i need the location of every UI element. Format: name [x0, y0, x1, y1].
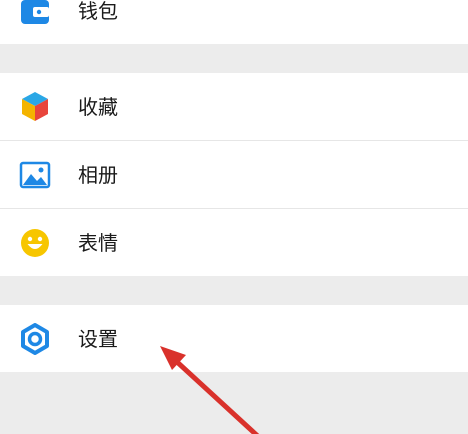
menu-item-stickers-label: 表情 — [78, 231, 118, 255]
menu-item-album-label: 相册 — [78, 163, 118, 187]
menu-item-album[interactable]: 相册 — [0, 141, 468, 208]
menu-item-settings-label: 设置 — [78, 327, 118, 351]
smiley-icon — [19, 227, 51, 259]
gear-icon — [19, 323, 51, 355]
wallet-icon — [19, 0, 51, 28]
menu-item-favorites-label: 收藏 — [78, 95, 118, 119]
menu-item-favorites[interactable]: 收藏 — [0, 73, 468, 140]
wallet-section: 钱包 — [0, 0, 468, 44]
settings-section: 设置 — [0, 305, 468, 372]
image-icon — [19, 159, 51, 191]
menu-item-wallet[interactable]: 钱包 — [0, 0, 468, 44]
menu-item-stickers[interactable]: 表情 — [0, 209, 468, 276]
content-section: 收藏 相册 表情 — [0, 73, 468, 276]
menu-item-wallet-label: 钱包 — [78, 0, 118, 23]
cube-icon — [19, 90, 51, 122]
menu-item-settings[interactable]: 设置 — [0, 305, 468, 372]
